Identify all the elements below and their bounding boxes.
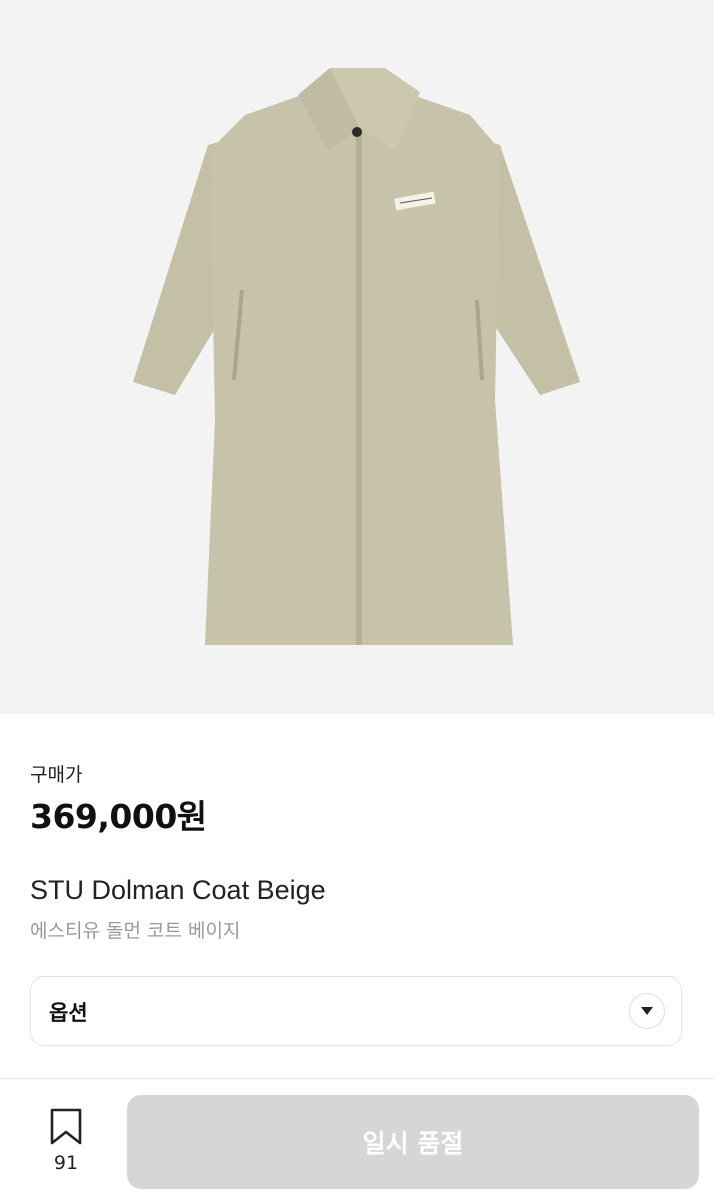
sold-out-button[interactable]: 일시 품절 xyxy=(127,1095,699,1189)
price-value: 369,000원 xyxy=(30,797,207,836)
wishlist-count: 91 xyxy=(53,1152,79,1174)
option-label: 옵션 xyxy=(49,1001,88,1025)
chevron-down-icon[interactable] xyxy=(629,993,665,1029)
wishlist-button[interactable]: 91 xyxy=(42,1108,90,1178)
bookmark-icon xyxy=(50,1108,82,1145)
footer-divider xyxy=(0,1078,714,1079)
product-name-en: STU Dolman Coat Beige xyxy=(30,875,326,905)
product-name-ko: 에스티유 돌먼 코트 베이지 xyxy=(30,920,241,942)
beige-long-coat-image xyxy=(133,68,580,645)
product-image[interactable] xyxy=(0,0,714,714)
price-label: 구매가 xyxy=(30,764,83,786)
option-select[interactable]: 옵션 xyxy=(30,976,682,1046)
